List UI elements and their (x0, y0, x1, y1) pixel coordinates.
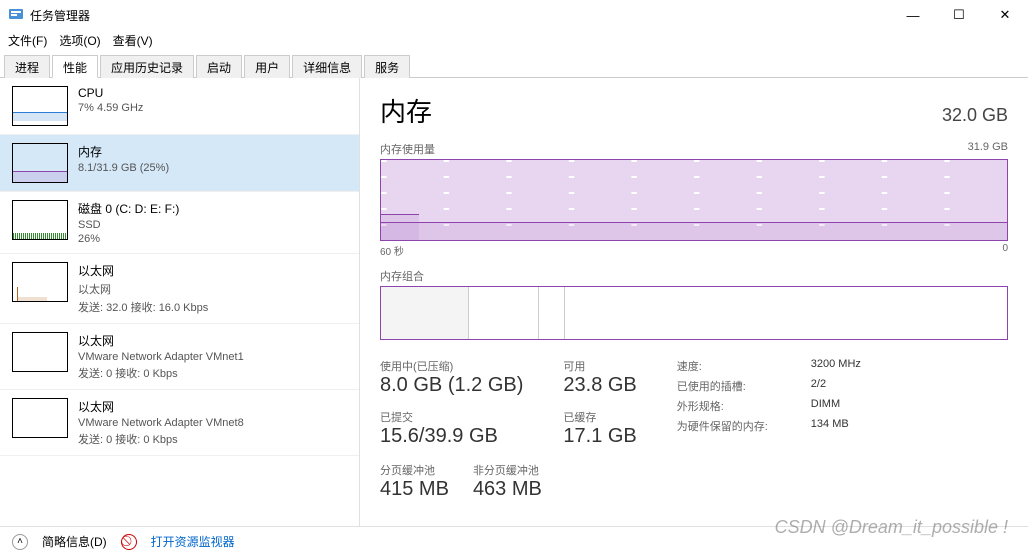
stat-cached: 已缓存 17.1 GB (563, 409, 636, 448)
sidebar-item-sub: 7% 4.59 GHz (78, 102, 143, 114)
open-resource-monitor-link[interactable]: 打开资源监视器 (151, 533, 235, 550)
stat-committed: 已提交 15.6/39.9 GB (380, 409, 523, 448)
menu-view[interactable]: 查看(V) (113, 32, 153, 49)
chart-max: 31.9 GB (968, 141, 1008, 157)
sidebar-item-label: 磁盘 0 (C: D: E: F:) (78, 200, 179, 217)
tabs: 进程 性能 应用历史记录 启动 用户 详细信息 服务 (0, 54, 1028, 78)
sidebar: CPU 7% 4.59 GHz 内存 8.1/31.9 GB (25%) 磁盘 … (0, 78, 360, 526)
sidebar-item-sub: 以太网 (78, 281, 208, 297)
sidebar-item-sub2: 发送: 0 接收: 0 Kbps (78, 365, 244, 381)
sidebar-item-disk[interactable]: 磁盘 0 (C: D: E: F:) SSD 26% (0, 192, 359, 254)
sidebar-item-cpu[interactable]: CPU 7% 4.59 GHz (0, 78, 359, 135)
tab-details[interactable]: 详细信息 (292, 55, 362, 78)
resource-monitor-icon: ⃠ (121, 534, 137, 550)
tab-services[interactable]: 服务 (364, 55, 410, 78)
x-axis-right: 0 (1002, 243, 1008, 258)
sidebar-item-sub2: 发送: 32.0 接收: 16.0 Kbps (78, 299, 208, 315)
chart-label: 内存使用量 (380, 141, 435, 157)
sidebar-item-memory[interactable]: 内存 8.1/31.9 GB (25%) (0, 135, 359, 192)
tab-processes[interactable]: 进程 (4, 55, 50, 78)
sidebar-item-sub: VMware Network Adapter VMnet1 (78, 351, 244, 363)
menu-options[interactable]: 选项(O) (59, 32, 100, 49)
fewer-details-link[interactable]: 简略信息(D) (42, 533, 107, 550)
sidebar-item-sub: 8.1/31.9 GB (25%) (78, 162, 169, 174)
stat-paged-pool: 分页缓冲池 415 MB (380, 462, 449, 501)
stat-nonpaged-pool: 非分页缓冲池 463 MB (473, 462, 542, 501)
memory-meta: 速度:3200 MHz 已使用的插槽:2/2 外形规格:DIMM 为硬件保留的内… (677, 358, 861, 448)
sidebar-item-label: 以太网 (78, 398, 244, 415)
close-button[interactable]: ✕ (982, 0, 1028, 30)
tab-app-history[interactable]: 应用历史记录 (100, 55, 194, 78)
app-icon (8, 7, 24, 23)
menubar: 文件(F) 选项(O) 查看(V) (0, 30, 1028, 50)
memory-total: 32.0 GB (942, 105, 1008, 126)
sidebar-item-label: 内存 (78, 143, 169, 160)
memory-composition-chart (380, 286, 1008, 340)
window-title: 任务管理器 (30, 7, 890, 24)
titlebar: 任务管理器 — ☐ ✕ (0, 0, 1028, 30)
main-panel: 内存 32.0 GB 内存使用量 31.9 GB 60 秒 0 内存组合 使用中… (360, 78, 1028, 526)
sidebar-item-sub2: 发送: 0 接收: 0 Kbps (78, 431, 244, 447)
ethernet-thumbnail-icon (12, 332, 68, 372)
maximize-button[interactable]: ☐ (936, 0, 982, 30)
sidebar-item-ethernet-2[interactable]: 以太网 VMware Network Adapter VMnet8 发送: 0 … (0, 390, 359, 456)
sidebar-item-sub: VMware Network Adapter VMnet8 (78, 417, 244, 429)
stat-available: 可用 23.8 GB (563, 358, 636, 397)
footer: ˄ 简略信息(D) ⃠ 打开资源监视器 (0, 526, 1028, 556)
tab-performance[interactable]: 性能 (52, 55, 98, 78)
minimize-button[interactable]: — (890, 0, 936, 30)
tab-users[interactable]: 用户 (244, 55, 290, 78)
sidebar-item-ethernet-0[interactable]: 以太网 以太网 发送: 32.0 接收: 16.0 Kbps (0, 254, 359, 324)
sidebar-item-label: 以太网 (78, 332, 244, 349)
x-axis-left: 60 秒 (380, 243, 404, 258)
memory-usage-chart (380, 159, 1008, 241)
sidebar-item-sub2: 26% (78, 233, 179, 245)
stat-in-use: 使用中(已压缩) 8.0 GB (1.2 GB) (380, 358, 523, 397)
sidebar-item-label: CPU (78, 86, 143, 100)
page-title: 内存 (380, 92, 432, 129)
cpu-thumbnail-icon (12, 86, 68, 126)
chevron-up-icon[interactable]: ˄ (12, 534, 28, 550)
ethernet-thumbnail-icon (12, 398, 68, 438)
disk-thumbnail-icon (12, 200, 68, 240)
memory-thumbnail-icon (12, 143, 68, 183)
ethernet-thumbnail-icon (12, 262, 68, 302)
composition-label: 内存组合 (380, 268, 1008, 284)
menu-file[interactable]: 文件(F) (8, 32, 47, 49)
sidebar-item-ethernet-1[interactable]: 以太网 VMware Network Adapter VMnet1 发送: 0 … (0, 324, 359, 390)
sidebar-item-label: 以太网 (78, 262, 208, 279)
sidebar-item-sub: SSD (78, 219, 179, 231)
tab-startup[interactable]: 启动 (196, 55, 242, 78)
